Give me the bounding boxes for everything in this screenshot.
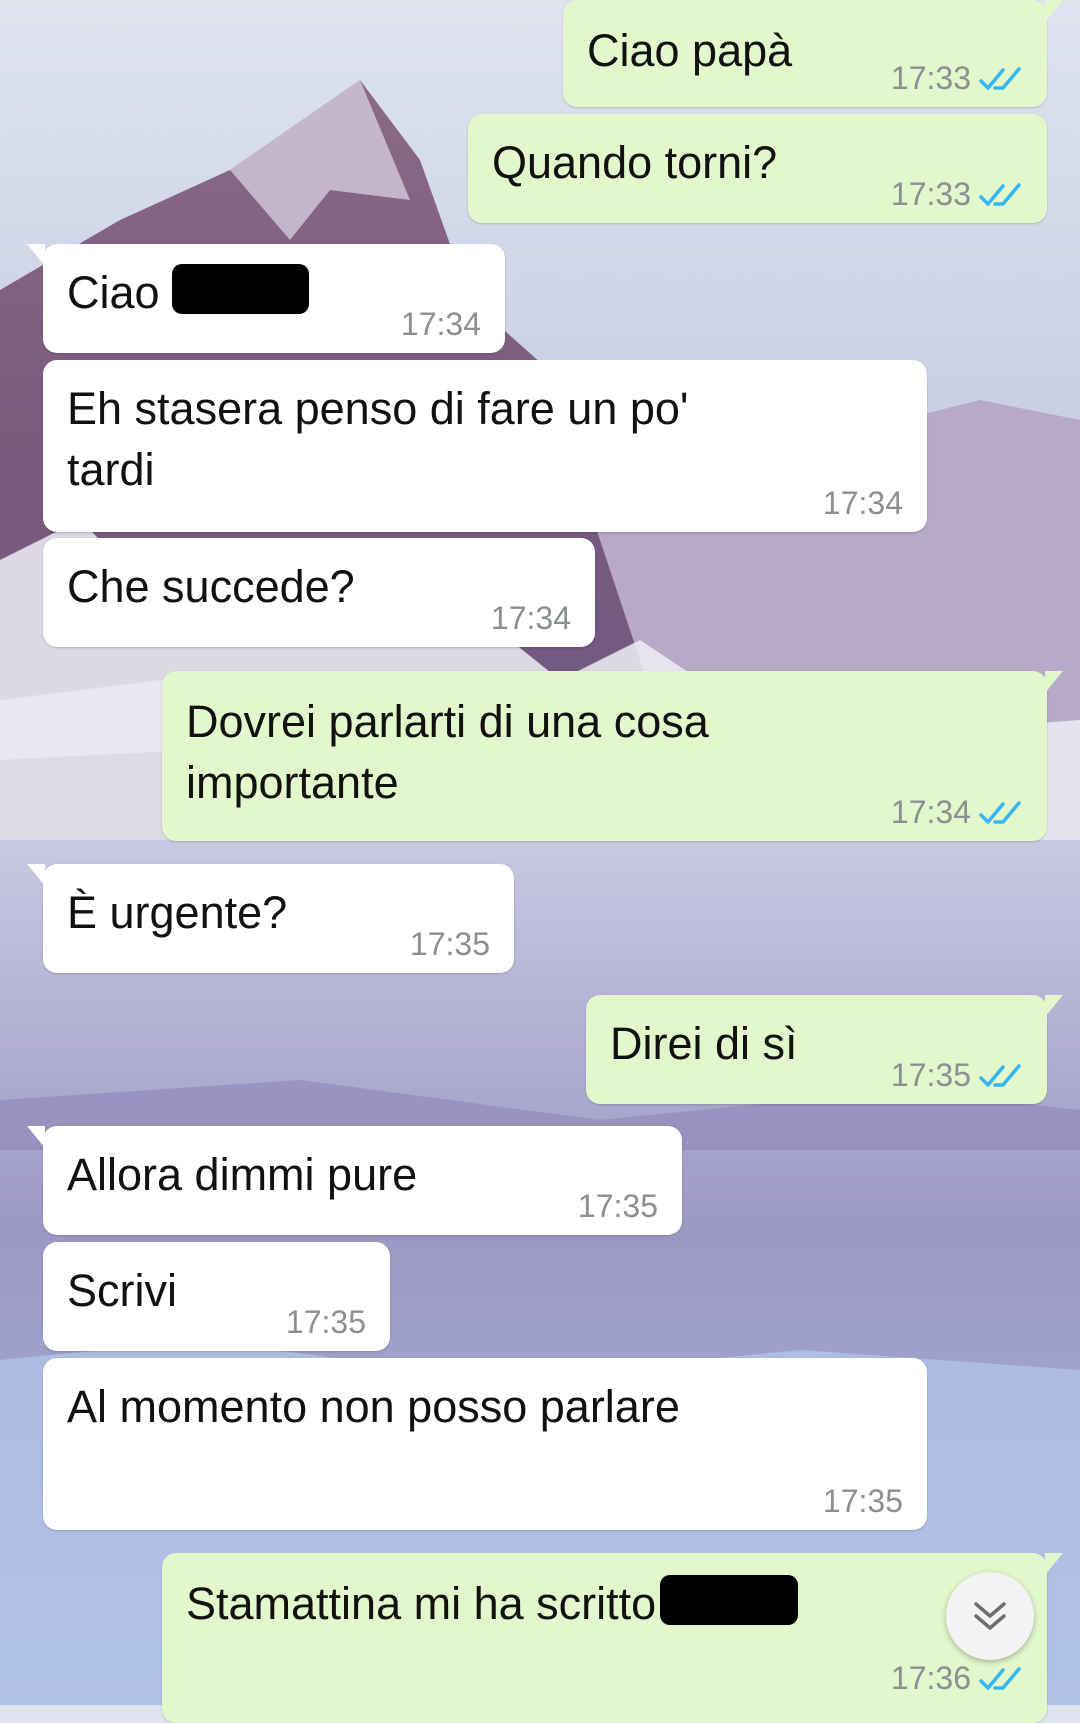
- message-incoming[interactable]: È urgente? 17:35: [27, 864, 514, 973]
- message-meta: 17:35: [578, 1188, 658, 1225]
- message-time: 17:34: [400, 306, 481, 342]
- message-text-visible: Stamattina mi ha scritto: [186, 1578, 657, 1629]
- message-time: 17:35: [285, 1304, 366, 1340]
- message-meta: 17:34: [401, 306, 481, 343]
- message-incoming[interactable]: Allora dimmi pure 17:35: [27, 1126, 682, 1235]
- message-outgoing[interactable]: Quando torni? 17:33: [468, 114, 1047, 223]
- message-meta: 17:33: [891, 176, 1023, 213]
- message-meta: 17:34: [891, 794, 1023, 831]
- message-text: Eh stasera penso di fare un po' tardi: [67, 383, 689, 495]
- double-check-icon: [979, 66, 1021, 90]
- message-time: 17:34: [490, 600, 571, 636]
- message-meta: 17:34: [823, 485, 903, 522]
- double-check-icon: [979, 800, 1021, 824]
- message-time: 17:36: [890, 1660, 971, 1696]
- chevron-down-double-icon: [974, 1602, 1006, 1630]
- message-time: 17:34: [822, 485, 903, 521]
- message-time: 17:34: [890, 794, 971, 830]
- message-meta: 17:33: [891, 60, 1023, 97]
- message-outgoing[interactable]: Stamattina mi ha scritto 17:36: [162, 1553, 1063, 1723]
- message-text: Al momento non posso parlare: [67, 1381, 680, 1432]
- message-outgoing[interactable]: Direi di sì 17:35: [586, 995, 1063, 1104]
- redacted-name: [172, 264, 310, 314]
- message-time: 17:33: [890, 176, 971, 212]
- message-text: Allora dimmi pure: [67, 1149, 418, 1200]
- message-outgoing[interactable]: Dovrei parlarti di una cosa importante 1…: [162, 671, 1063, 841]
- message-time: 17:35: [577, 1188, 658, 1224]
- message-incoming[interactable]: Ciao 17:34: [27, 244, 505, 353]
- message-outgoing[interactable]: Ciao papà 17:33: [563, 0, 1063, 107]
- message-time: 17:33: [890, 60, 971, 96]
- message-incoming[interactable]: Eh stasera penso di fare un po' tardi 17…: [43, 360, 927, 532]
- message-meta: 17:35: [891, 1057, 1023, 1094]
- message-incoming[interactable]: Scrivi 17:35: [43, 1242, 390, 1351]
- message-incoming[interactable]: Che succede? 17:34: [43, 538, 595, 647]
- double-check-icon: [979, 1063, 1021, 1087]
- message-text: Stamattina mi ha scritto: [186, 1573, 1023, 1634]
- scroll-to-bottom-button[interactable]: [946, 1572, 1034, 1660]
- message-meta: 17:34: [491, 600, 571, 637]
- double-check-icon: [979, 1666, 1021, 1690]
- message-meta: 17:35: [823, 1483, 903, 1520]
- double-check-icon: [979, 182, 1021, 206]
- chat-conversation: Ciao papà 17:33 Quando torni? 17:33 Ciao…: [0, 0, 1080, 1723]
- message-meta: 17:35: [286, 1304, 366, 1341]
- message-text-visible: Ciao: [67, 267, 160, 318]
- redacted-name: [660, 1575, 799, 1625]
- message-time: 17:35: [890, 1057, 971, 1093]
- message-meta: 17:36: [891, 1660, 1023, 1697]
- message-meta: 17:35: [410, 926, 490, 963]
- message-time: 17:35: [409, 926, 490, 962]
- message-time: 17:35: [822, 1483, 903, 1519]
- message-incoming[interactable]: Al momento non posso parlare 17:35: [43, 1358, 927, 1530]
